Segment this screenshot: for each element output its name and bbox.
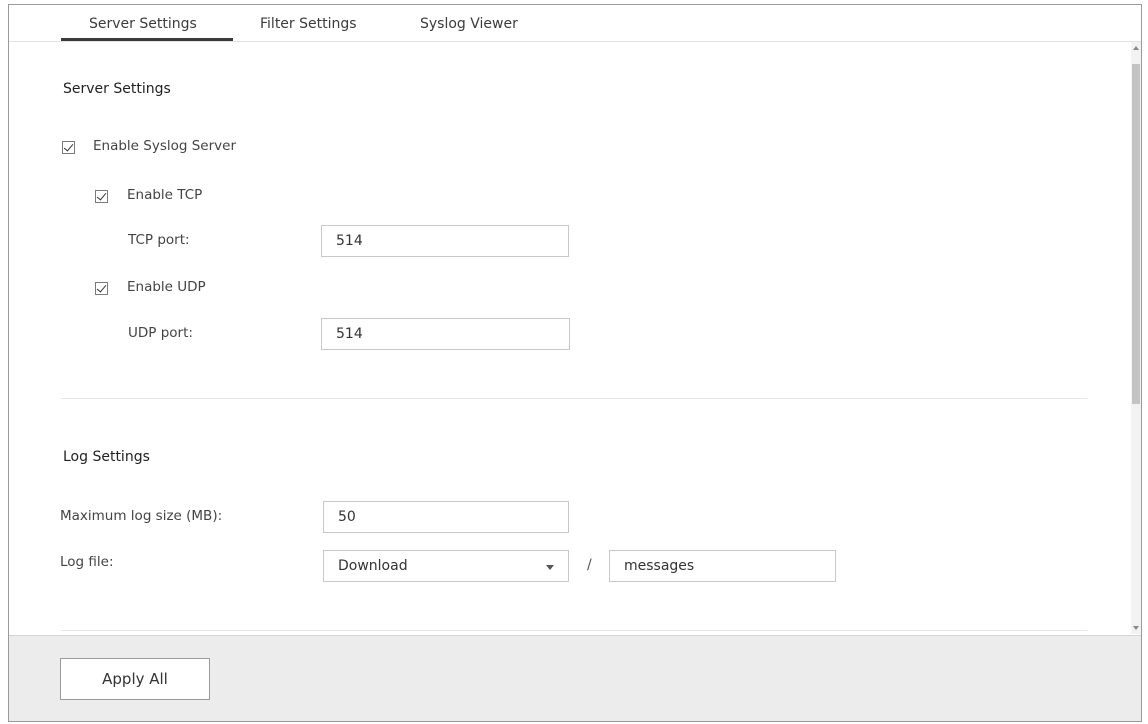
enable-udp-checkbox[interactable] [95, 282, 108, 295]
tcp-port-label: TCP port: [128, 232, 190, 248]
log-folder-select[interactable]: Download [323, 550, 569, 582]
enable-tcp-label: Enable TCP [127, 187, 203, 203]
path-separator: / [587, 557, 592, 573]
tab-filter-settings[interactable]: Filter Settings [260, 16, 357, 32]
scrollbar-thumb[interactable] [1132, 64, 1140, 404]
footer-bar: Apply All [9, 635, 1141, 721]
udp-port-input[interactable]: 514 [321, 318, 570, 350]
log-file-label: Log file: [60, 554, 114, 570]
enable-syslog-label: Enable Syslog Server [93, 138, 237, 154]
enable-tcp-checkbox[interactable] [95, 190, 108, 203]
chevron-down-icon [546, 565, 554, 570]
section-divider [61, 398, 1087, 399]
tab-syslog-viewer[interactable]: Syslog Viewer [420, 16, 518, 32]
tab-bar: Server Settings Filter Settings Syslog V… [9, 5, 1141, 42]
log-filename-input[interactable]: messages [609, 550, 836, 582]
scroll-down-icon[interactable] [1133, 626, 1139, 630]
udp-port-label: UDP port: [128, 325, 193, 341]
settings-panel: Server Settings Enable Syslog Server Ena… [9, 42, 1131, 634]
enable-udp-label: Enable UDP [127, 279, 206, 295]
server-settings-heading: Server Settings [63, 81, 171, 97]
apply-all-button[interactable]: Apply All [60, 658, 210, 700]
enable-syslog-checkbox[interactable] [62, 141, 75, 154]
max-log-size-input[interactable]: 50 [323, 501, 569, 533]
vertical-scrollbar[interactable] [1131, 42, 1141, 634]
max-log-size-label: Maximum log size (MB): [60, 508, 223, 524]
tcp-port-input[interactable]: 514 [321, 225, 569, 257]
log-folder-value: Download [338, 558, 408, 574]
section-divider-bottom [61, 630, 1087, 631]
scroll-up-icon[interactable] [1133, 46, 1139, 50]
tab-server-settings[interactable]: Server Settings [89, 16, 197, 32]
active-tab-indicator [61, 38, 233, 41]
syslog-server-window: Server Settings Filter Settings Syslog V… [8, 4, 1142, 722]
log-settings-heading: Log Settings [63, 449, 150, 465]
